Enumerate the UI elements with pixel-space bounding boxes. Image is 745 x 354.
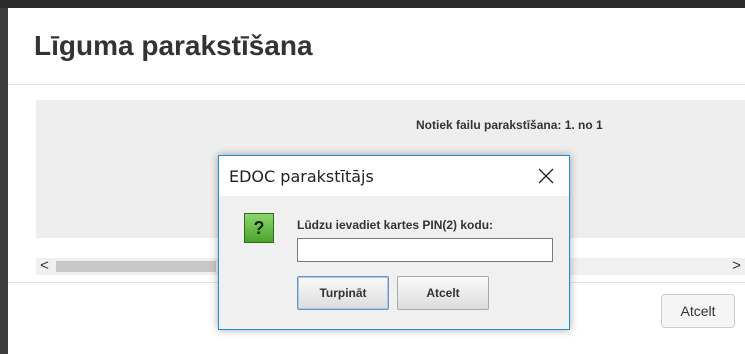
title-divider [8, 84, 745, 85]
modal-cancel-button[interactable]: Atcelt [397, 276, 489, 310]
close-icon [538, 168, 554, 184]
close-button[interactable] [523, 156, 569, 196]
cancel-button[interactable]: Atcelt [661, 294, 735, 328]
modal-title: EDOC parakstītājs [229, 167, 374, 186]
page-title: Līguma parakstīšana [34, 30, 313, 61]
pin-input[interactable] [297, 238, 553, 262]
scroll-right-icon[interactable]: > [728, 258, 745, 275]
modal-titlebar: EDOC parakstītājs [219, 156, 569, 196]
pin-entry-modal: EDOC parakstītājs ? Lūdzu ievadiet karte… [218, 155, 570, 330]
scrollbar-thumb[interactable] [56, 261, 216, 272]
pin-prompt-label: Lūdzu ievadiet kartes PIN(2) kodu: [297, 218, 494, 232]
question-icon: ? [244, 213, 274, 243]
scroll-left-icon[interactable]: < [36, 258, 53, 275]
signing-progress-text: Notiek failu parakstīšana: 1. no 1 [416, 118, 603, 132]
window-top-strip [0, 0, 745, 8]
continue-button[interactable]: Turpināt [297, 276, 389, 310]
